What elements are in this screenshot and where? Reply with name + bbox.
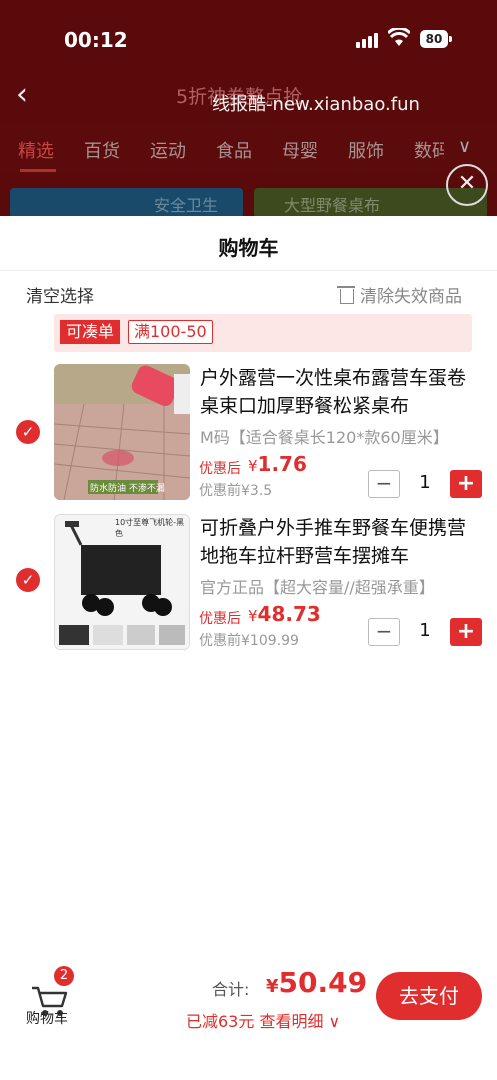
product-spec[interactable]: M码【适合餐桌长120*款60厘米】 <box>200 424 465 448</box>
price-label: 优惠后 <box>199 461 241 477</box>
quantity-stepper: − 1 + <box>368 470 484 498</box>
image-caption: 防水防油 不渗不漏 <box>90 484 165 494</box>
decrease-button[interactable]: − <box>368 470 400 498</box>
active-tab-indicator <box>20 169 56 172</box>
product-name[interactable]: 户外露营一次性桌布露营车蛋卷桌束口加厚野餐松紧桌布 <box>200 364 470 420</box>
pay-button[interactable]: 去支付 <box>376 972 482 1020</box>
original-price: 优惠前¥109.99 <box>199 633 299 649</box>
tab-clothing[interactable]: 服饰 <box>348 137 384 163</box>
category-tabs: 精选 百货 运动 食品 母婴 服饰 数码 ∨ <box>0 122 497 174</box>
item-checkbox[interactable]: ✓ <box>16 568 40 592</box>
original-price: 优惠前¥3.5 <box>199 483 273 499</box>
battery-indicator: 80 <box>420 30 452 48</box>
tab-featured[interactable]: 精选 <box>18 137 54 163</box>
promo-tag: 可凑单 <box>60 320 121 344</box>
clear-selection-button[interactable]: 清空选择 <box>26 282 94 307</box>
cart-sheet: 购物车 清空选择 清除失效商品 可凑单 满100-50 ✓ 防水防油 不渗不漏 … <box>0 216 497 1080</box>
product-price: ¥48.73 <box>248 602 321 626</box>
promo-rule: 满100-50 <box>128 320 213 344</box>
back-arrow-icon[interactable]: ‹ <box>16 80 28 110</box>
price-value: 1.76 <box>257 452 307 476</box>
clear-invalid-label: 清除失效商品 <box>360 287 462 307</box>
item-checkbox[interactable]: ✓ <box>16 420 40 444</box>
top-nav: ‹ 5折神券整点抢 线报酷-new.xianbao.fun <box>0 76 497 122</box>
signal-icon <box>356 32 380 48</box>
chevron-down-icon[interactable]: ∨ <box>458 136 471 157</box>
cart-label: 购物车 <box>26 1011 68 1027</box>
product-name[interactable]: 可折叠户外手推车野餐车便携营地拖车拉杆野营车摆摊车 <box>200 514 470 570</box>
banner-text: 大型野餐桌布 <box>284 196 381 215</box>
quantity-value[interactable]: 1 <box>412 472 438 493</box>
promo-banner[interactable]: 安全卫生 <box>10 188 243 218</box>
trash-icon <box>337 286 355 304</box>
clear-invalid-button[interactable]: 清除失效商品 <box>337 282 462 307</box>
wifi-icon <box>388 28 410 46</box>
tab-sports[interactable]: 运动 <box>150 137 186 163</box>
total-label: 合计: <box>212 980 250 999</box>
tab-general-goods[interactable]: 百货 <box>84 137 120 163</box>
product-price: ¥1.76 <box>248 452 307 476</box>
image-caption: 10寸至尊飞机轮-黑色 <box>115 518 185 538</box>
tab-food[interactable]: 食品 <box>216 137 252 163</box>
chevron-down-icon: ∨ <box>328 1012 341 1031</box>
currency-symbol: ¥ <box>248 457 258 475</box>
product-image[interactable]: 10寸至尊飞机轮-黑色 <box>54 514 190 650</box>
tab-baby[interactable]: 母婴 <box>282 137 318 163</box>
cart-item: ✓ 防水防油 不渗不漏 户外露营一次性桌布露营车蛋卷桌束口加厚野餐松紧桌布 M码… <box>0 364 497 502</box>
total-amount: ¥50.49 <box>266 966 367 999</box>
cart-item: ✓ 10寸至尊飞机轮-黑色 可折叠户外手推车野餐车便携营地拖车拉杆野营车摆摊车 … <box>0 514 497 652</box>
divider <box>0 270 497 271</box>
tab-digital[interactable]: 数码 <box>414 137 444 163</box>
quantity-value[interactable]: 1 <box>412 620 438 641</box>
discount-details-link[interactable]: 已减63元 查看明细 ∨ <box>186 1008 340 1032</box>
cart-count-badge: 2 <box>54 966 74 986</box>
increase-button[interactable]: + <box>450 618 482 646</box>
status-bar: 00:12 80 <box>0 0 497 80</box>
product-image[interactable]: 防水防油 不渗不漏 <box>54 364 190 500</box>
quantity-stepper: − 1 + <box>368 618 484 646</box>
tablecloth-image-icon <box>54 364 190 500</box>
price-value: 48.73 <box>257 602 321 626</box>
sheet-title: 购物车 <box>218 236 279 260</box>
currency-symbol: ¥ <box>266 976 279 997</box>
currency-symbol: ¥ <box>248 607 258 625</box>
close-icon[interactable]: ✕ <box>446 164 488 206</box>
discount-text: 已减63元 查看明细 <box>186 1012 324 1031</box>
increase-button[interactable]: + <box>450 470 482 498</box>
decrease-button[interactable]: − <box>368 618 400 646</box>
total-value: 50.49 <box>278 966 368 999</box>
watermark-text: 线报酷-new.xianbao.fun <box>212 94 420 115</box>
price-label: 优惠后 <box>199 611 241 627</box>
banner-text: 安全卫生 <box>154 196 219 215</box>
status-time: 00:12 <box>64 28 128 52</box>
product-spec[interactable]: 官方正品【超大容量//超强承重】 <box>200 574 465 598</box>
promo-row[interactable]: 可凑单 满100-50 <box>54 314 472 352</box>
